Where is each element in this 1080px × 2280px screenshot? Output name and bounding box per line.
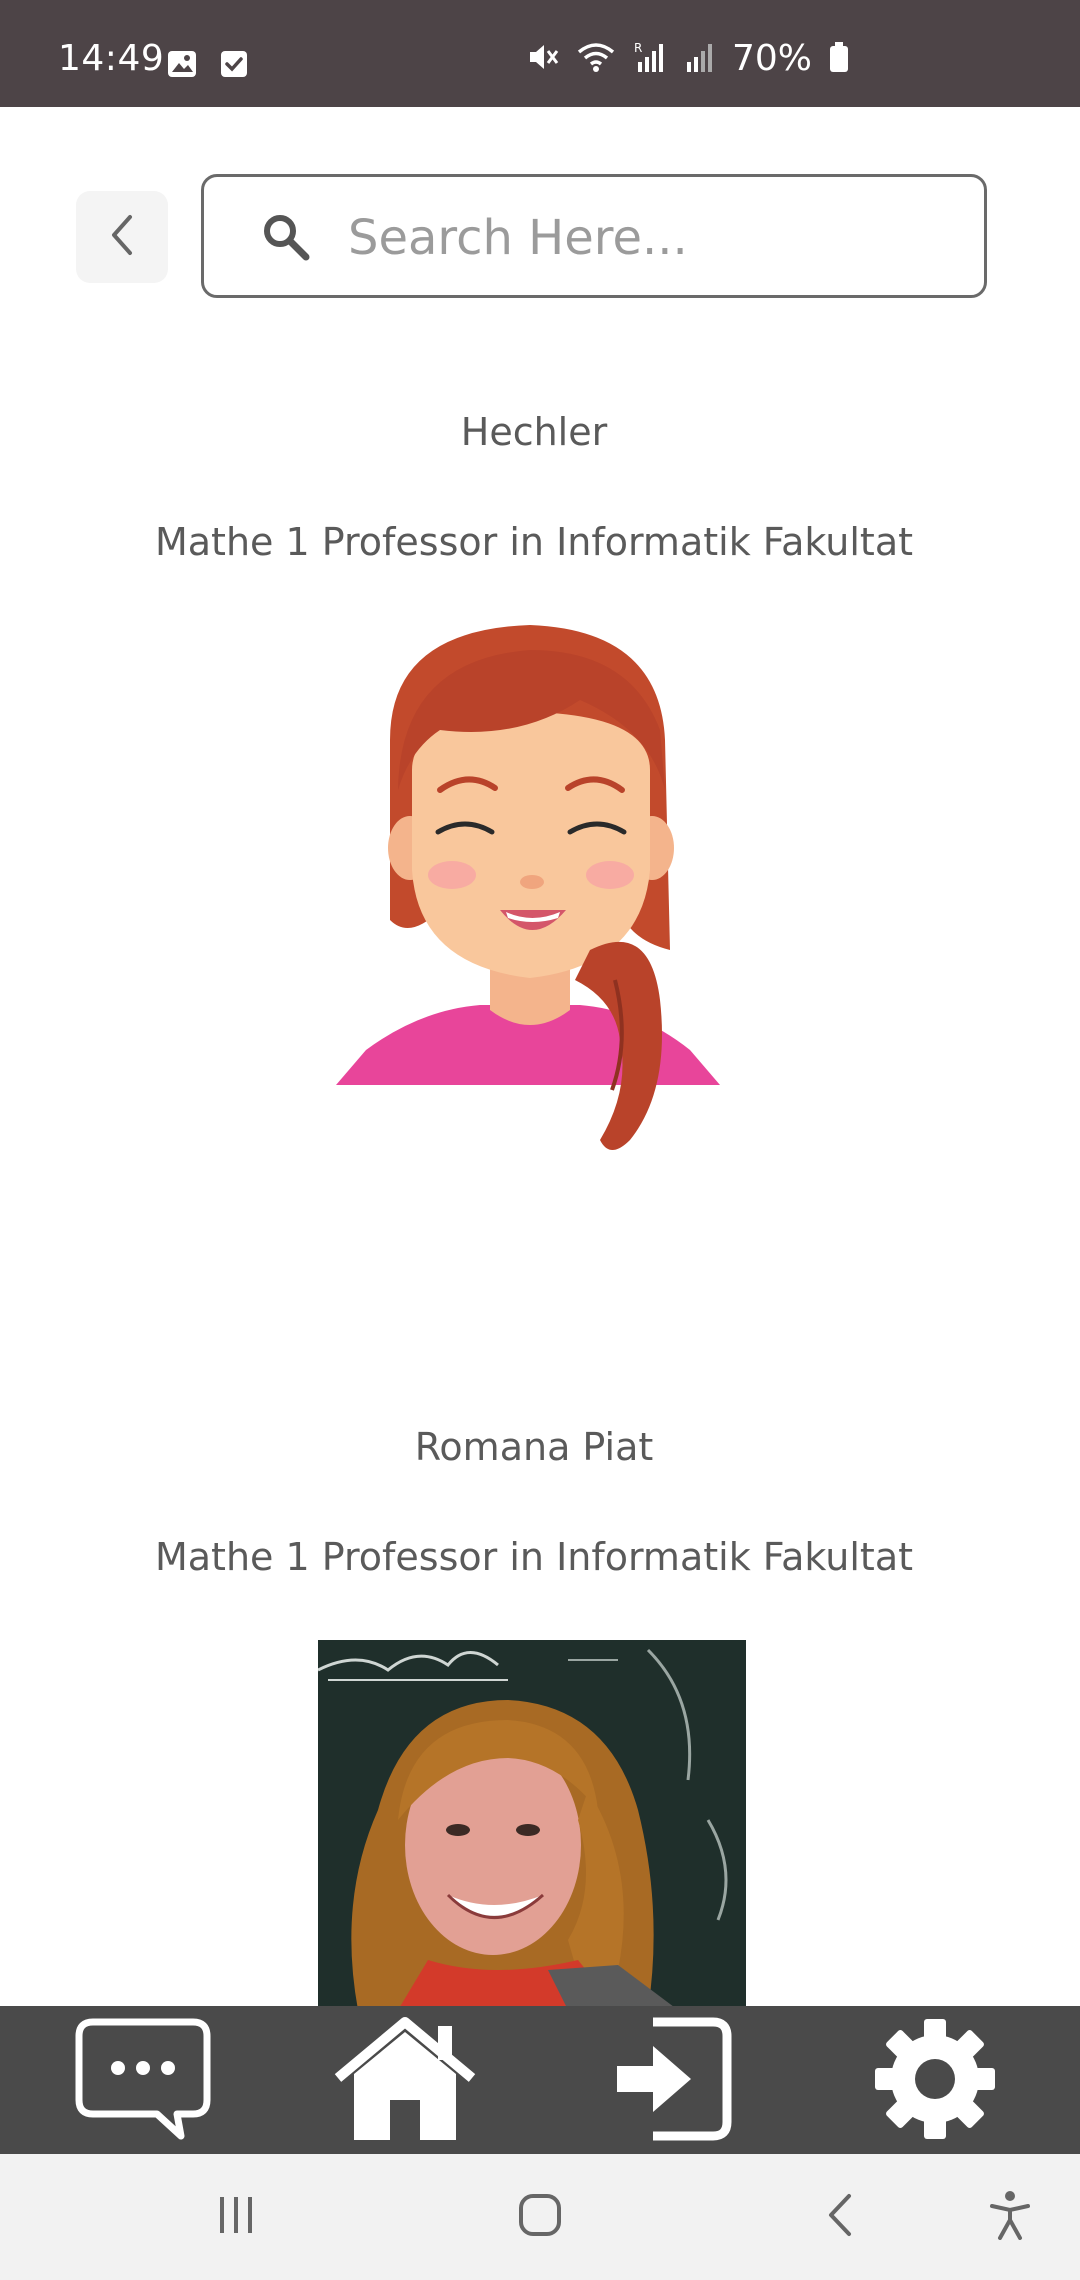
battery-percent: 70% [732, 38, 813, 79]
svg-text:R: R [634, 41, 642, 55]
tab-chat[interactable] [68, 2016, 218, 2146]
signal-icon-2 [684, 40, 716, 78]
professor-role: Mathe 1 Professor in Informatik Fakultat [154, 1535, 913, 1579]
professor-role: Mathe 1 Professor in Informatik Fakultat [154, 520, 913, 564]
system-home-button[interactable] [500, 2182, 580, 2252]
wifi-icon [576, 40, 616, 78]
mute-icon [526, 40, 560, 78]
chevron-left-icon [102, 211, 142, 263]
back-button[interactable] [76, 191, 168, 283]
status-bar: 14:49 R 70% [0, 0, 1080, 107]
bottom-tab-bar [0, 2006, 1080, 2154]
system-back-button[interactable] [800, 2182, 880, 2252]
chat-icon [73, 2016, 213, 2146]
login-icon [613, 2016, 733, 2146]
professor-photo[interactable] [318, 1640, 746, 2010]
search-box[interactable] [201, 174, 987, 298]
tab-home[interactable] [330, 2016, 480, 2146]
image-icon [166, 48, 198, 84]
checkbox-icon [218, 48, 250, 84]
professor-name: Hechler [460, 410, 608, 454]
back-icon [825, 2192, 855, 2242]
search-input[interactable] [346, 197, 950, 279]
professor-avatar[interactable] [330, 620, 730, 1160]
status-time: 14:49 [58, 38, 165, 79]
professor-name: Romana Piat [414, 1425, 654, 1469]
signal-icon: R [632, 40, 668, 78]
recents-icon [214, 2195, 258, 2239]
search-icon [260, 211, 312, 267]
gear-icon [873, 2017, 997, 2145]
system-nav-bar [0, 2154, 1080, 2280]
status-right-icons: R 70% [526, 38, 850, 79]
accessibility-icon [988, 2190, 1032, 2244]
tab-settings[interactable] [860, 2016, 1010, 2146]
battery-icon [828, 40, 850, 78]
status-left-icons [166, 48, 250, 84]
home-icon [334, 2016, 476, 2146]
accessibility-button[interactable] [970, 2182, 1050, 2252]
home-circle-icon [517, 2192, 563, 2242]
tab-login[interactable] [598, 2016, 748, 2146]
recents-button[interactable] [196, 2182, 276, 2252]
